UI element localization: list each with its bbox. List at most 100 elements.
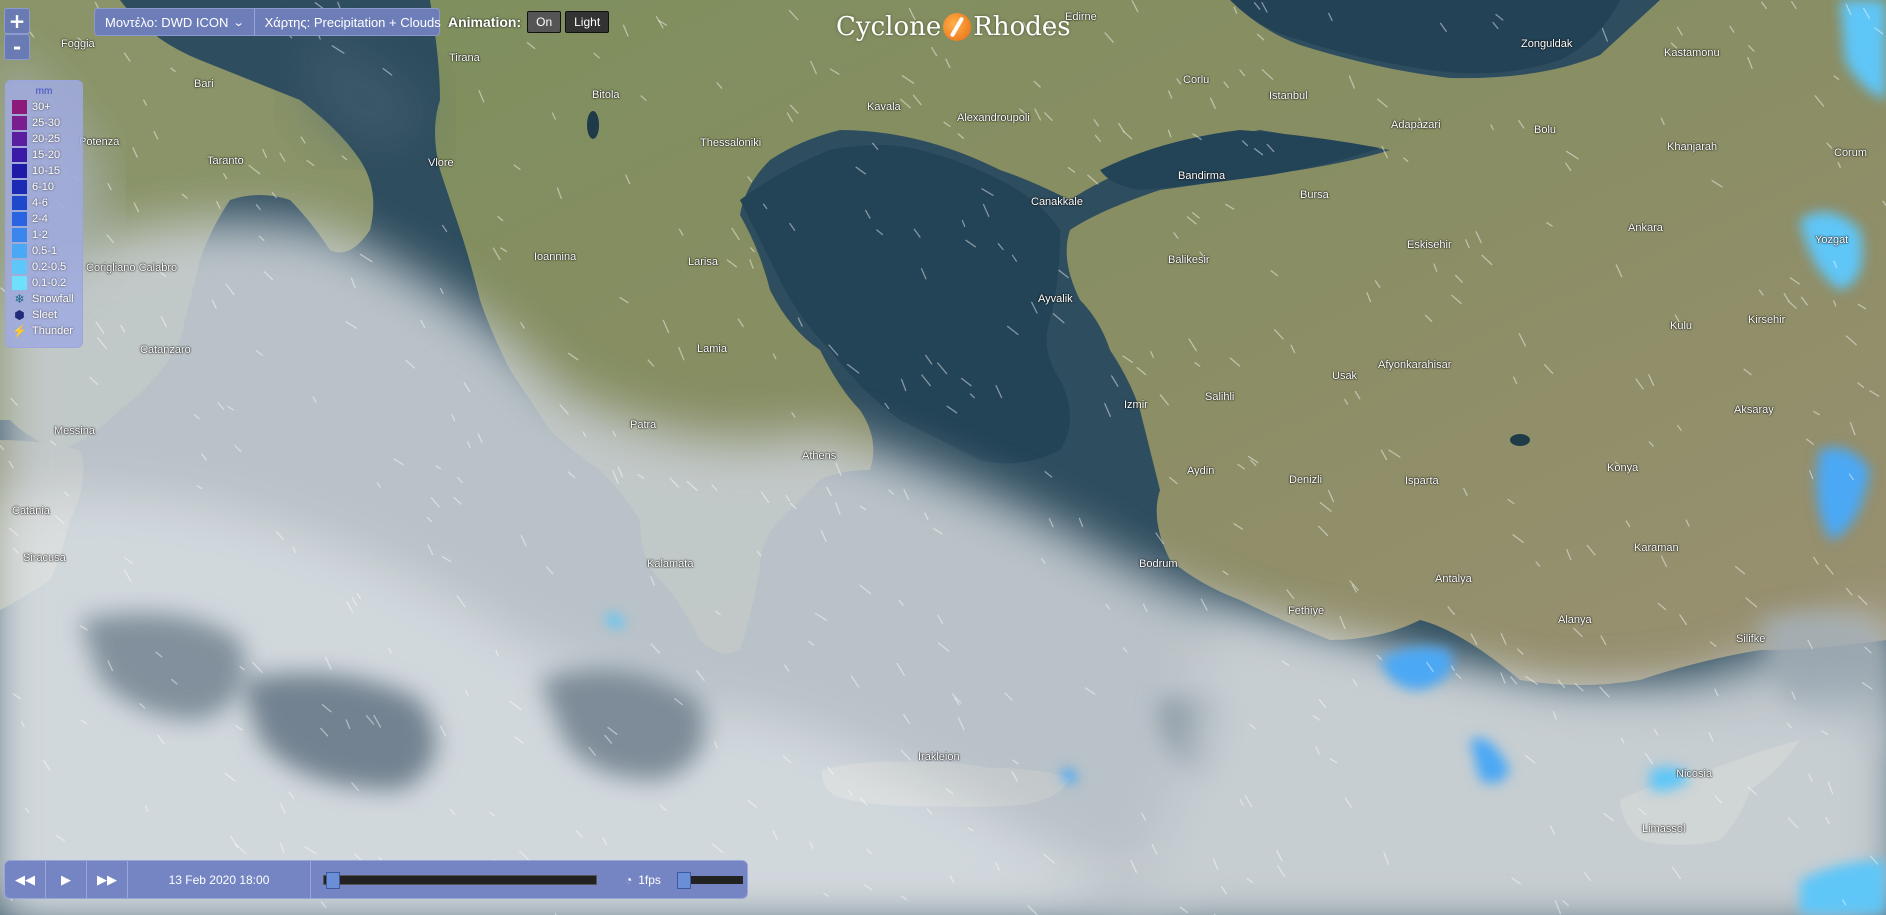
city-label: Zonguldak (1521, 38, 1573, 50)
legend-item: 30+ (12, 99, 76, 115)
legend-symbol-item: ❄ Snowfall (12, 291, 76, 307)
legend-swatch (12, 276, 27, 290)
legend-label: 0.2-0.5 (32, 261, 67, 273)
zoom-out-button[interactable]: - (4, 34, 30, 60)
city-label: Taranto (207, 155, 244, 167)
legend-label: 10-15 (32, 165, 61, 177)
city-label: Bitola (592, 89, 620, 101)
lake (587, 111, 599, 139)
model-selector-label: Μοντέλο: DWD ICON (105, 14, 229, 30)
play-button[interactable]: ▶ (46, 861, 87, 898)
city-label: Isparta (1405, 475, 1439, 487)
city-label: Istanbul (1269, 90, 1308, 102)
selector-bar: Μοντέλο: DWD ICON ⌄ Χάρτης: Precipitatio… (94, 8, 457, 36)
brand-right: Rhodes (973, 12, 1071, 42)
legend-label: 30+ (32, 101, 51, 113)
legend-item: 1-2 (12, 227, 76, 243)
city-label: Ayvalik (1038, 293, 1073, 305)
legend-swatch (12, 164, 27, 178)
city-label: Canakkale (1031, 196, 1083, 208)
city-label: Izmir (1124, 399, 1148, 411)
city-label: Denizli (1289, 474, 1323, 486)
chevron-down-icon: ⌄ (233, 16, 246, 29)
city-label: Bolu (1534, 124, 1557, 136)
city-label: Silifke (1736, 633, 1766, 645)
speed-control: ◔ 1fps (625, 871, 743, 889)
legend-item: 4-6 (12, 195, 76, 211)
city-label: Lamia (697, 343, 727, 355)
map-selector[interactable]: Χάρτης: Precipitation + Clouds ⌄ (253, 9, 466, 35)
legend-swatch (12, 212, 27, 226)
city-label: Siracusa (23, 552, 66, 564)
legend-swatch (12, 196, 27, 210)
snowflake-icon: ❄ (14, 292, 25, 306)
legend-label: 6-10 (32, 181, 55, 193)
city-label: Balikesir (1168, 254, 1210, 266)
animation-on-toggle[interactable]: On (527, 11, 562, 33)
light-toggle[interactable]: Light (565, 11, 610, 33)
time-slider-handle[interactable] (326, 871, 340, 889)
city-label: Kavala (867, 101, 901, 113)
legend-item: 20-25 (12, 131, 76, 147)
timeline-bar: ◀◀ ▶ ▶▶ 13 Feb 2020 18:00 ◔ 1fps (4, 860, 748, 899)
animation-controls: Animation: On Light (448, 11, 610, 33)
speedometer-icon: ◔ (625, 872, 633, 887)
city-label: Kulu (1670, 320, 1693, 332)
city-label: Bari (194, 78, 214, 90)
legend-swatch (12, 260, 27, 274)
rewind-icon: ◀◀ (15, 871, 35, 887)
city-label: Adapazari (1391, 119, 1441, 131)
legend-swatch (12, 244, 27, 258)
city-label: Alanya (1558, 614, 1592, 626)
city-label: Thessaloniki (700, 137, 762, 149)
legend-item: 0.1-0.2 (12, 275, 76, 291)
legend-label: 15-20 (32, 149, 61, 161)
legend-label: 0.1-0.2 (32, 277, 67, 289)
city-label: Karaman (1634, 542, 1679, 554)
legend-label: Thunder (32, 325, 73, 337)
city-label: Bursa (1300, 189, 1329, 201)
speed-slider-handle[interactable] (676, 871, 691, 889)
city-label: Bodrum (1139, 558, 1178, 570)
legend-item: 0.5-1 (12, 243, 76, 259)
city-label: Messina (54, 425, 95, 437)
city-label: Tirana (449, 52, 480, 64)
legend-swatch (12, 228, 27, 242)
zoom-in-button[interactable]: + (4, 8, 30, 34)
legend-item: 6-10 (12, 179, 76, 195)
model-selector[interactable]: Μοντέλο: DWD ICON ⌄ (95, 9, 254, 35)
city-label: Yozgat (1815, 234, 1849, 246)
step-forward-button[interactable]: ▶▶ (87, 861, 128, 898)
city-label: Alexandroupoli (957, 112, 1030, 124)
city-label: Bandirma (1178, 170, 1226, 182)
legend-swatch (12, 148, 27, 162)
city-label: Irakleion (918, 751, 960, 763)
speed-slider[interactable] (676, 871, 743, 889)
legend-swatch (12, 100, 27, 114)
city-label: Salihli (1205, 391, 1235, 403)
step-back-button[interactable]: ◀◀ (5, 861, 46, 898)
legend-swatch (12, 116, 27, 130)
city-label: Corum (1834, 147, 1868, 159)
lake (1510, 434, 1530, 446)
legend-symbol-item: ⬢ Sleet (12, 307, 76, 323)
legend-unit: mm (35, 86, 53, 97)
city-label: Larisa (688, 256, 718, 268)
play-icon: ▶ (61, 871, 71, 887)
time-slider[interactable] (323, 871, 597, 889)
city-label: Afyonkarahisar (1378, 359, 1452, 371)
legend-item: 10-15 (12, 163, 76, 179)
city-label: Ankara (1628, 222, 1663, 234)
weather-map[interactable] (0, 0, 1886, 915)
city-label: Patra (630, 419, 657, 431)
city-label: Corigliano Calabro (86, 262, 178, 274)
city-label: Fethiye (1288, 605, 1325, 617)
city-label: Konya (1607, 462, 1639, 474)
city-label: Aydin (1187, 465, 1215, 477)
legend-symbol-item: ⚡ Thunder (12, 323, 76, 339)
cyclone-logo-icon (943, 13, 972, 41)
brand-logo: Cyclone Rhodes (836, 12, 1071, 42)
city-label: Kirsehir (1748, 314, 1786, 326)
legend-label: 20-25 (32, 133, 61, 145)
brand-left: Cyclone (836, 12, 942, 42)
